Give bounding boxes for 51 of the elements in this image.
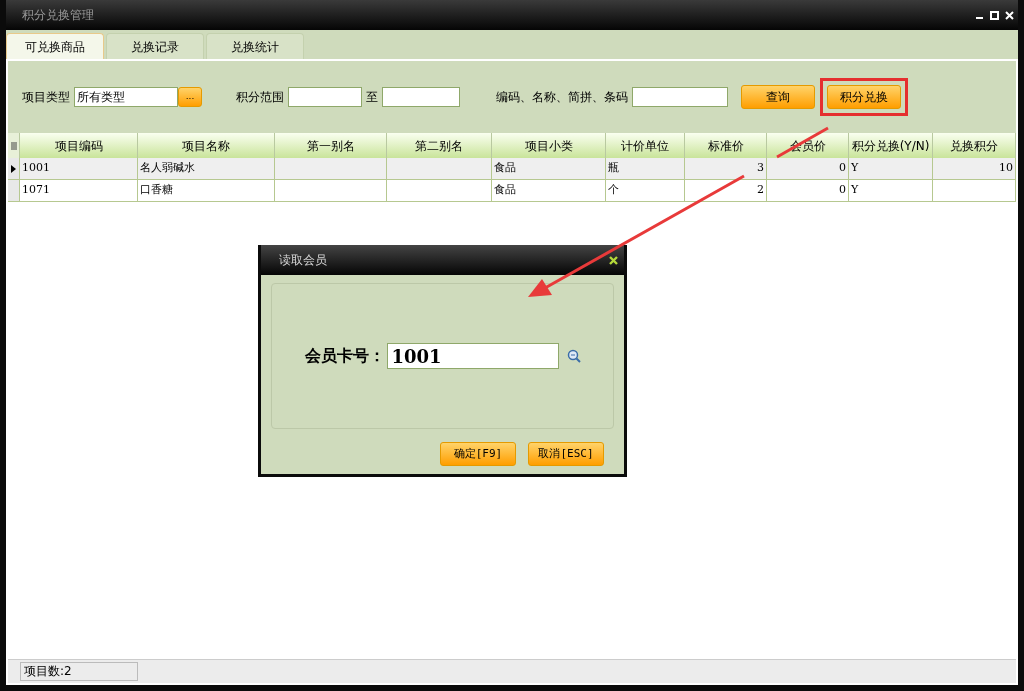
search-field[interactable] (632, 87, 728, 107)
table-cell: 0 (767, 158, 849, 180)
table-cell: 瓶 (606, 158, 685, 180)
exchange-button[interactable]: 积分兑换 (827, 85, 901, 109)
table-cell: Y (849, 180, 933, 202)
row-selector-icon (9, 140, 18, 151)
column-header[interactable]: 兑换积分 (933, 133, 1016, 158)
range-to-field[interactable] (382, 87, 460, 107)
field-label: 积分范围 (236, 89, 284, 106)
field-label: 项目类型 (22, 89, 70, 106)
column-header[interactable]: 项目名称 (138, 133, 275, 158)
table-cell: 2 (685, 180, 767, 202)
column-header[interactable]: 标准价 (685, 133, 767, 158)
confirm-button[interactable]: 确定[F9] (440, 442, 516, 466)
row-selector[interactable] (8, 158, 20, 180)
query-button[interactable]: 查询 (741, 85, 815, 109)
browse-button[interactable]: ... (178, 87, 202, 107)
table-cell: 口香糖 (138, 180, 275, 202)
column-header[interactable]: 积分兑换(Y/N) (849, 133, 933, 158)
row-pointer-icon (10, 163, 17, 174)
column-header[interactable]: 项目小类 (492, 133, 606, 158)
separator-label: 至 (366, 89, 378, 106)
table-cell: 3 (685, 158, 767, 180)
cancel-button[interactable]: 取消[ESC] (528, 442, 604, 466)
type-field[interactable]: 所有类型 (74, 87, 178, 107)
tab[interactable]: 兑换记录 (106, 33, 204, 59)
table-cell: 1001 (20, 158, 138, 180)
close-icon[interactable] (609, 255, 618, 265)
search-icon[interactable] (566, 349, 581, 363)
status-text: 项目数:2 (20, 662, 138, 681)
table-cell: Y (849, 158, 933, 180)
table-cell: 0 (767, 180, 849, 202)
dialog-title: 读取会员 (279, 252, 327, 269)
table-cell: 10 (933, 158, 1016, 180)
card-number-field[interactable]: 1001 (386, 343, 559, 369)
column-header[interactable]: 第一别名 (275, 133, 387, 158)
field-label: 会员卡号： (304, 345, 385, 367)
maximize-icon[interactable] (990, 10, 999, 20)
range-from-field[interactable] (288, 87, 362, 107)
field-label: 编码、名称、简拼、条码 (496, 89, 628, 106)
table-cell: 1071 (20, 180, 138, 202)
tab[interactable]: 兑换统计 (206, 33, 304, 59)
table-cell: 食品 (492, 158, 606, 180)
column-header[interactable]: 第二别名 (387, 133, 492, 158)
table-cell: 食品 (492, 180, 606, 202)
table-cell: 名人弱碱水 (138, 158, 275, 180)
column-header[interactable]: 项目编码 (20, 133, 138, 158)
tab[interactable]: 可兑换商品 (6, 33, 104, 59)
column-header[interactable]: 计价单位 (606, 133, 685, 158)
table-cell: 个 (606, 180, 685, 202)
window-title: 积分兑换管理 (22, 7, 94, 24)
